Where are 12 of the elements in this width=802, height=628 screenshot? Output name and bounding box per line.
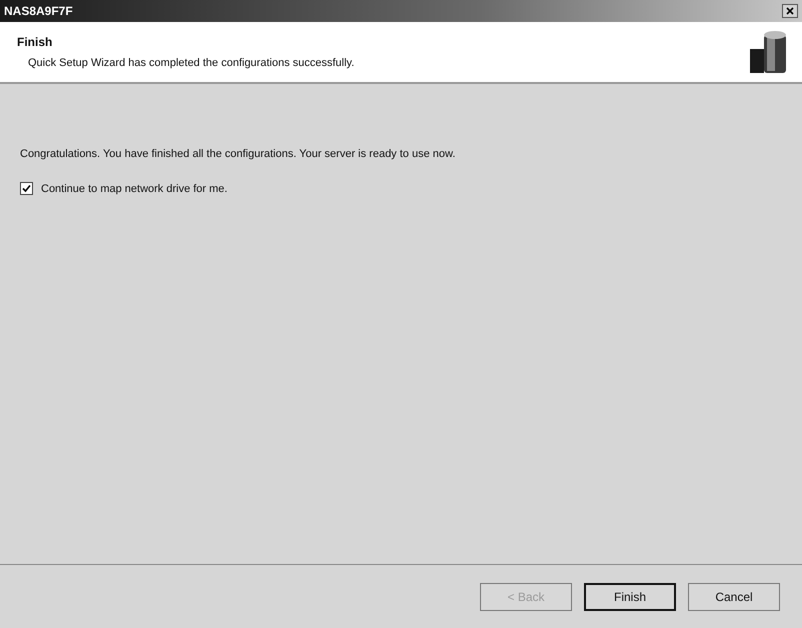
checkbox[interactable] [20, 182, 33, 196]
check-icon [22, 184, 31, 194]
wizard-button[interactable]: Cancel [688, 582, 780, 610]
map-drive-checkbox[interactable]: Continue to map network drive for me. [20, 180, 228, 197]
header-subtitle: Quick Setup Wizard has completed the configurations successfully. [27, 56, 354, 71]
close-button[interactable] [782, 4, 798, 18]
message-text: Congratulations. You have finished all the configurations. Your server is ready to use now. [20, 147, 456, 162]
window-title: NAS8A9F7F [4, 3, 73, 20]
wizard-button[interactable]: Finish [584, 582, 676, 610]
checkbox-label: Continue to map network drive for me. [41, 182, 228, 196]
close-icon [786, 7, 794, 15]
header-title: Finish [17, 34, 54, 51]
